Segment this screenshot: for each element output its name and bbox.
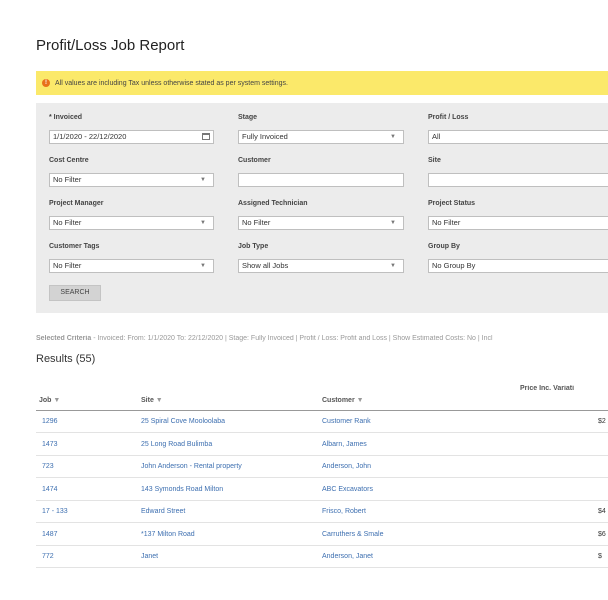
customer-input[interactable] <box>238 173 404 187</box>
assigned-technician-select[interactable]: No Filter ▼ <box>238 216 404 230</box>
job-type-label: Job Type <box>238 243 269 250</box>
customer-link[interactable]: Albarn, James <box>322 441 367 448</box>
project-manager-select[interactable]: No Filter ▼ <box>49 216 214 230</box>
warning-icon: ! <box>42 79 50 87</box>
table-row[interactable]: 1473 25 Long Road Bulimba Albarn, James <box>36 434 608 456</box>
cost-centre-label: Cost Centre <box>49 157 89 164</box>
site-link[interactable]: Janet <box>141 553 158 560</box>
profit-loss-value: All <box>432 132 441 141</box>
invoiced-value: 1/1/2020 - 22/12/2020 <box>53 132 127 141</box>
stage-value: Fully Invoiced <box>242 132 288 141</box>
table-row[interactable]: 723 John Anderson - Rental property Anders… <box>36 456 608 478</box>
customer-link[interactable]: Frisco, Robert <box>322 508 366 515</box>
sort-icon: ▼ <box>53 397 61 404</box>
profit-loss-select[interactable]: All <box>428 130 608 144</box>
table-row[interactable]: 1487 *137 Milton Road Carruthers & Smale $6 <box>36 524 608 546</box>
column-header-customer-label: Customer <box>322 397 355 404</box>
group-by-select[interactable]: No Group By <box>428 259 608 273</box>
customer-tags-select[interactable]: No Filter ▼ <box>49 259 214 273</box>
job-link[interactable]: 772 <box>42 553 54 560</box>
site-link[interactable]: Edward Street <box>141 508 185 515</box>
table-row[interactable]: 772 Janet Anderson, Janet $ <box>36 546 608 568</box>
project-status-select[interactable]: No Filter <box>428 216 608 230</box>
column-header-job-label: Job <box>39 397 52 404</box>
customer-link[interactable]: Anderson, John <box>322 463 371 470</box>
column-header-customer[interactable]: Customer ▼ <box>322 397 364 404</box>
job-type-select[interactable]: Show all Jobs ▼ <box>238 259 404 273</box>
column-header-site[interactable]: Site ▼ <box>141 397 163 404</box>
search-button[interactable]: SEARCH <box>49 285 101 301</box>
job-link[interactable]: 1487 <box>42 531 58 538</box>
column-header-job[interactable]: Job ▼ <box>39 397 60 404</box>
site-input[interactable] <box>428 173 608 187</box>
stage-label: Stage <box>238 114 258 121</box>
site-link[interactable]: 25 Long Road Bulimba <box>141 441 212 448</box>
group-by-label: Group By <box>428 243 460 250</box>
price-cell: $4 <box>598 508 606 515</box>
site-link[interactable]: 25 Spiral Cove Mooloolaba <box>141 418 225 425</box>
chevron-down-icon: ▼ <box>390 134 396 140</box>
job-link[interactable]: 723 <box>42 463 54 470</box>
price-cell: $6 <box>598 530 606 538</box>
invoiced-label: * Invoiced <box>49 114 83 121</box>
job-type-value: Show all Jobs <box>242 261 289 270</box>
price-cell: $2 <box>598 418 606 425</box>
site-label: Site <box>428 157 441 164</box>
price-cell: $ <box>598 553 602 560</box>
customer-link[interactable]: Carruthers & Smale <box>322 531 383 538</box>
table-row[interactable]: 1296 25 Spiral Cove Mooloolaba Customer Ra… <box>36 411 608 433</box>
criteria-text: - Invoiced: From: 1/1/2020 To: 22/12/202… <box>91 335 493 342</box>
project-manager-value: No Filter <box>53 218 82 227</box>
chevron-down-icon: ▼ <box>390 263 396 269</box>
chevron-down-icon: ▼ <box>200 177 206 183</box>
site-link[interactable]: John Anderson - Rental property <box>141 463 242 470</box>
chevron-down-icon: ▼ <box>390 220 396 226</box>
sort-icon: ▼ <box>356 397 364 404</box>
stage-select[interactable]: Fully Invoiced ▼ <box>238 130 404 144</box>
criteria-label: Selected Criteria <box>36 335 92 342</box>
column-header-price[interactable]: Price Inc. Variati <box>520 385 608 392</box>
tax-info-alert: ! All values are including Tax unless ot… <box>36 71 608 95</box>
project-status-value: No Filter <box>432 218 461 227</box>
assigned-technician-label: Assigned Technician <box>238 200 308 207</box>
profit-loss-label: Profit / Loss <box>428 114 469 121</box>
customer-tags-label: Customer Tags <box>49 243 100 250</box>
results-heading: Results (55) <box>36 353 96 365</box>
table-row[interactable]: 17 - 133 Edward Street Frisco, Robert $4 <box>36 501 608 523</box>
job-link[interactable]: 17 - 133 <box>42 508 68 515</box>
job-link[interactable]: 1296 <box>42 418 58 425</box>
table-row[interactable]: 1474 143 Symonds Road Milton ABC Excavator… <box>36 479 608 501</box>
group-by-value: No Group By <box>432 261 476 270</box>
cost-centre-select[interactable]: No Filter ▼ <box>49 173 214 187</box>
invoiced-date-range-field[interactable]: 1/1/2020 - 22/12/2020 <box>49 130 214 144</box>
customer-link[interactable]: Customer Rank <box>322 418 371 425</box>
site-link[interactable]: 143 Symonds Road Milton <box>141 486 223 493</box>
job-link[interactable]: 1473 <box>42 441 58 448</box>
project-manager-label: Project Manager <box>49 200 104 207</box>
assigned-technician-value: No Filter <box>242 218 271 227</box>
page-title: Profit/Loss Job Report <box>36 37 185 54</box>
alert-text: All values are including Tax unless othe… <box>55 79 288 87</box>
customer-link[interactable]: ABC Excavators <box>322 486 373 493</box>
filter-panel: * Invoiced 1/1/2020 - 22/12/2020 Stage F… <box>36 103 608 313</box>
calendar-icon[interactable] <box>202 133 210 140</box>
customer-label: Customer <box>238 157 271 164</box>
cost-centre-value: No Filter <box>53 175 82 184</box>
project-status-label: Project Status <box>428 200 476 207</box>
column-header-site-label: Site <box>141 397 154 404</box>
sort-icon: ▼ <box>155 397 163 404</box>
chevron-down-icon: ▼ <box>200 263 206 269</box>
customer-link[interactable]: Anderson, Janet <box>322 553 373 560</box>
customer-tags-value: No Filter <box>53 261 82 270</box>
selected-criteria: Selected Criteria - Invoiced: From: 1/1/… <box>36 335 608 342</box>
job-link[interactable]: 1474 <box>42 486 58 493</box>
site-link[interactable]: *137 Milton Road <box>141 531 195 538</box>
chevron-down-icon: ▼ <box>200 220 206 226</box>
